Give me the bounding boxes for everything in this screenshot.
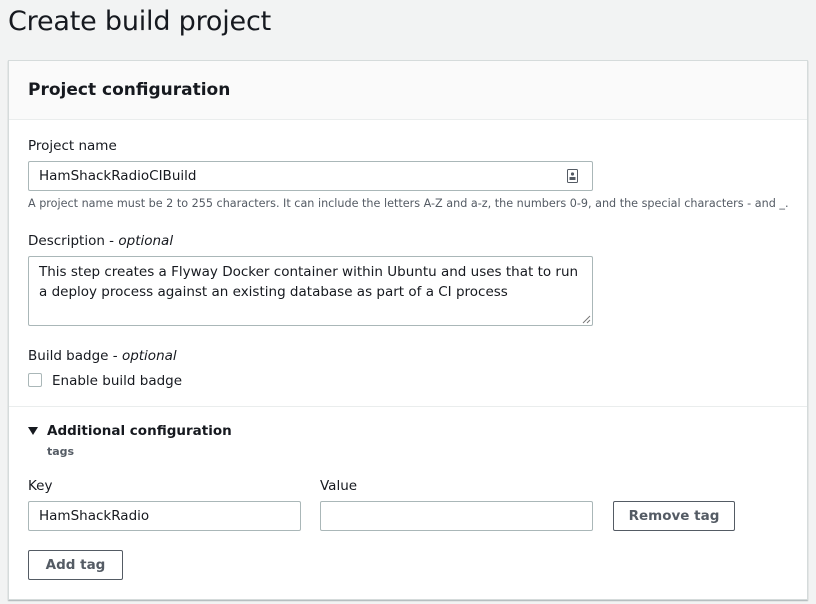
page-title: Create build project bbox=[8, 6, 271, 37]
project-name-input[interactable]: HamShackRadioCIBuild bbox=[28, 161, 593, 191]
panel-header: Project configuration bbox=[9, 61, 807, 120]
tag-key-value: HamShackRadio bbox=[39, 508, 150, 524]
tag-key-input[interactable]: HamShackRadio bbox=[28, 501, 301, 531]
section-divider bbox=[9, 406, 807, 407]
description-textarea[interactable]: This step creates a Flyway Docker contai… bbox=[28, 256, 593, 326]
build-badge-label-text: Build badge bbox=[28, 348, 109, 364]
remove-tag-button[interactable]: Remove tag bbox=[613, 501, 735, 531]
caret-down-icon[interactable] bbox=[28, 427, 38, 435]
tag-value-input[interactable] bbox=[320, 501, 593, 531]
resize-grip-icon[interactable] bbox=[581, 314, 591, 324]
value-label: Value bbox=[320, 478, 358, 494]
key-label: Key bbox=[28, 478, 53, 494]
description-label: Description - optional bbox=[28, 233, 174, 249]
id-card-icon bbox=[567, 169, 578, 183]
enable-build-badge-checkbox[interactable] bbox=[28, 373, 42, 387]
build-badge-optional: optional bbox=[121, 348, 177, 364]
description-value: This step creates a Flyway Docker contai… bbox=[39, 264, 579, 300]
description-label-text: Description bbox=[28, 233, 105, 249]
build-badge-label: Build badge - optional bbox=[28, 348, 177, 364]
project-name-label: Project name bbox=[28, 138, 117, 154]
project-name-value: HamShackRadioCIBuild bbox=[39, 168, 197, 184]
additional-configuration-subtitle: tags bbox=[47, 445, 75, 458]
add-tag-button[interactable]: Add tag bbox=[28, 550, 123, 580]
additional-configuration-toggle[interactable]: Additional configuration bbox=[47, 423, 232, 439]
panel-title: Project configuration bbox=[28, 80, 231, 100]
project-configuration-panel: Project configuration Project name HamSh… bbox=[8, 60, 808, 600]
project-name-hint: A project name must be 2 to 255 characte… bbox=[28, 197, 789, 210]
description-optional: optional bbox=[118, 233, 174, 249]
enable-build-badge-label[interactable]: Enable build badge bbox=[52, 373, 182, 389]
